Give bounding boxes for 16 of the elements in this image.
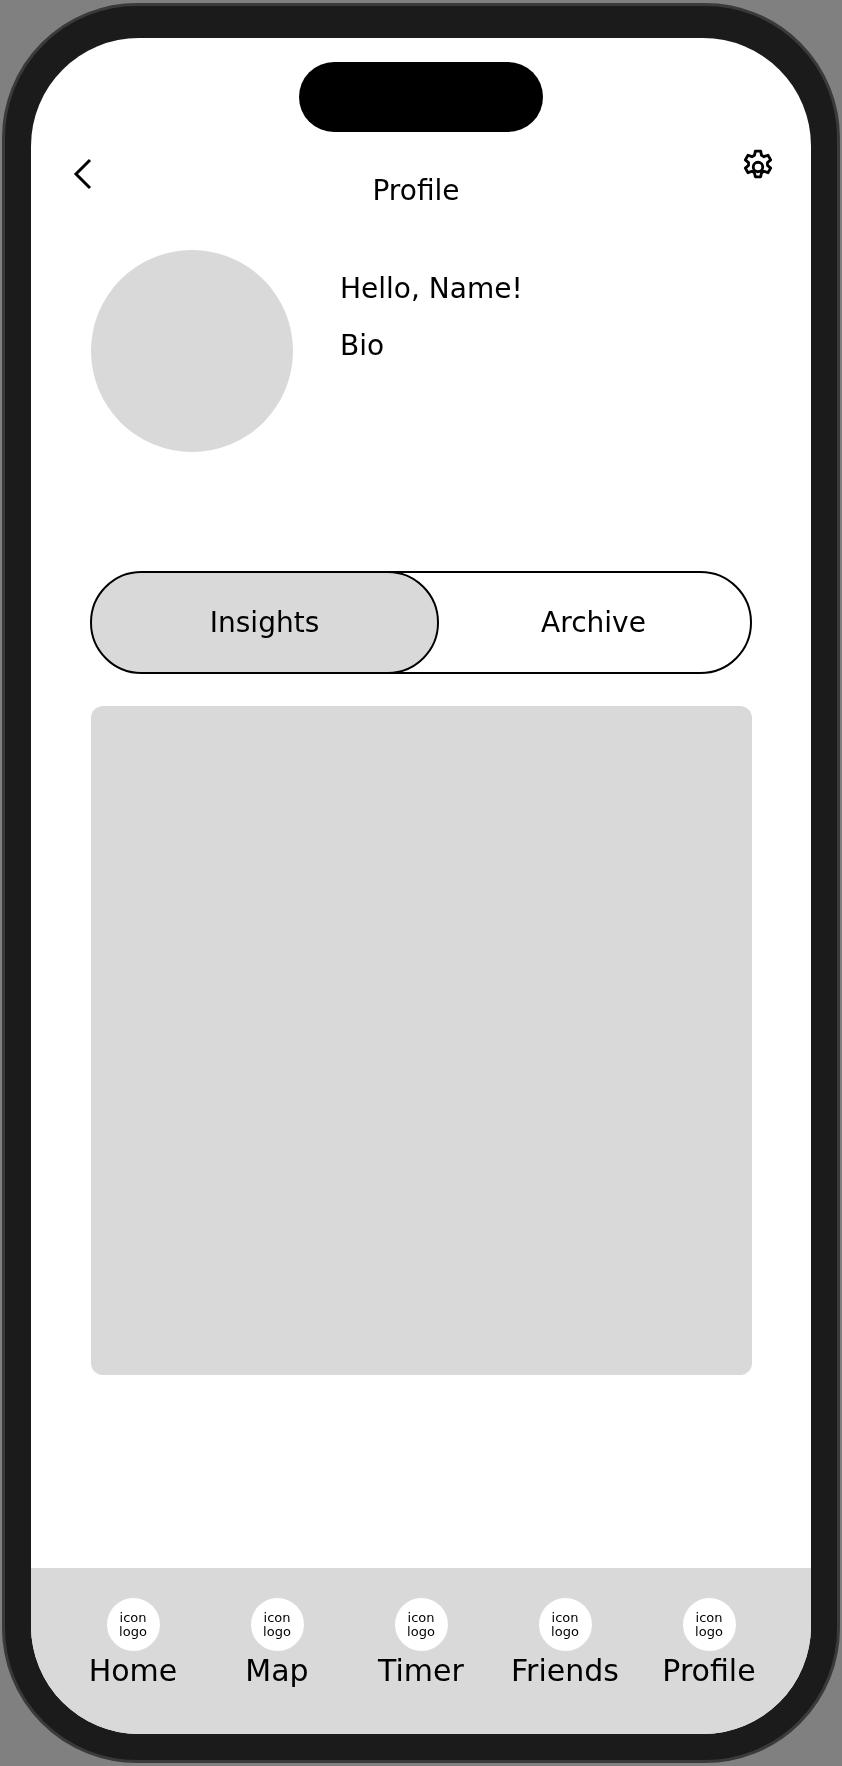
- nav-label[interactable]: Map: [245, 1653, 309, 1688]
- tab[interactable]: Insights: [92, 573, 437, 672]
- icon-placeholder[interactable]: icon logo: [538, 1598, 592, 1651]
- nav-label[interactable]: Home: [88, 1653, 178, 1688]
- nav-label[interactable]: Profile: [662, 1653, 756, 1688]
- page-title: Profile: [372, 174, 460, 207]
- tab[interactable]: Archive: [437, 573, 750, 672]
- icon-placeholder[interactable]: icon logo: [394, 1598, 448, 1651]
- back-icon[interactable]: [73, 158, 93, 190]
- icon-placeholder[interactable]: icon logo: [682, 1598, 736, 1651]
- icon-placeholder[interactable]: icon logo: [250, 1598, 304, 1651]
- greeting: Hello, Name!: [340, 272, 523, 305]
- nav-label[interactable]: Timer: [378, 1653, 464, 1688]
- bio-text: Bio: [340, 329, 386, 362]
- icon-placeholder[interactable]: icon logo: [106, 1598, 160, 1651]
- nav-label[interactable]: Friends: [511, 1653, 619, 1688]
